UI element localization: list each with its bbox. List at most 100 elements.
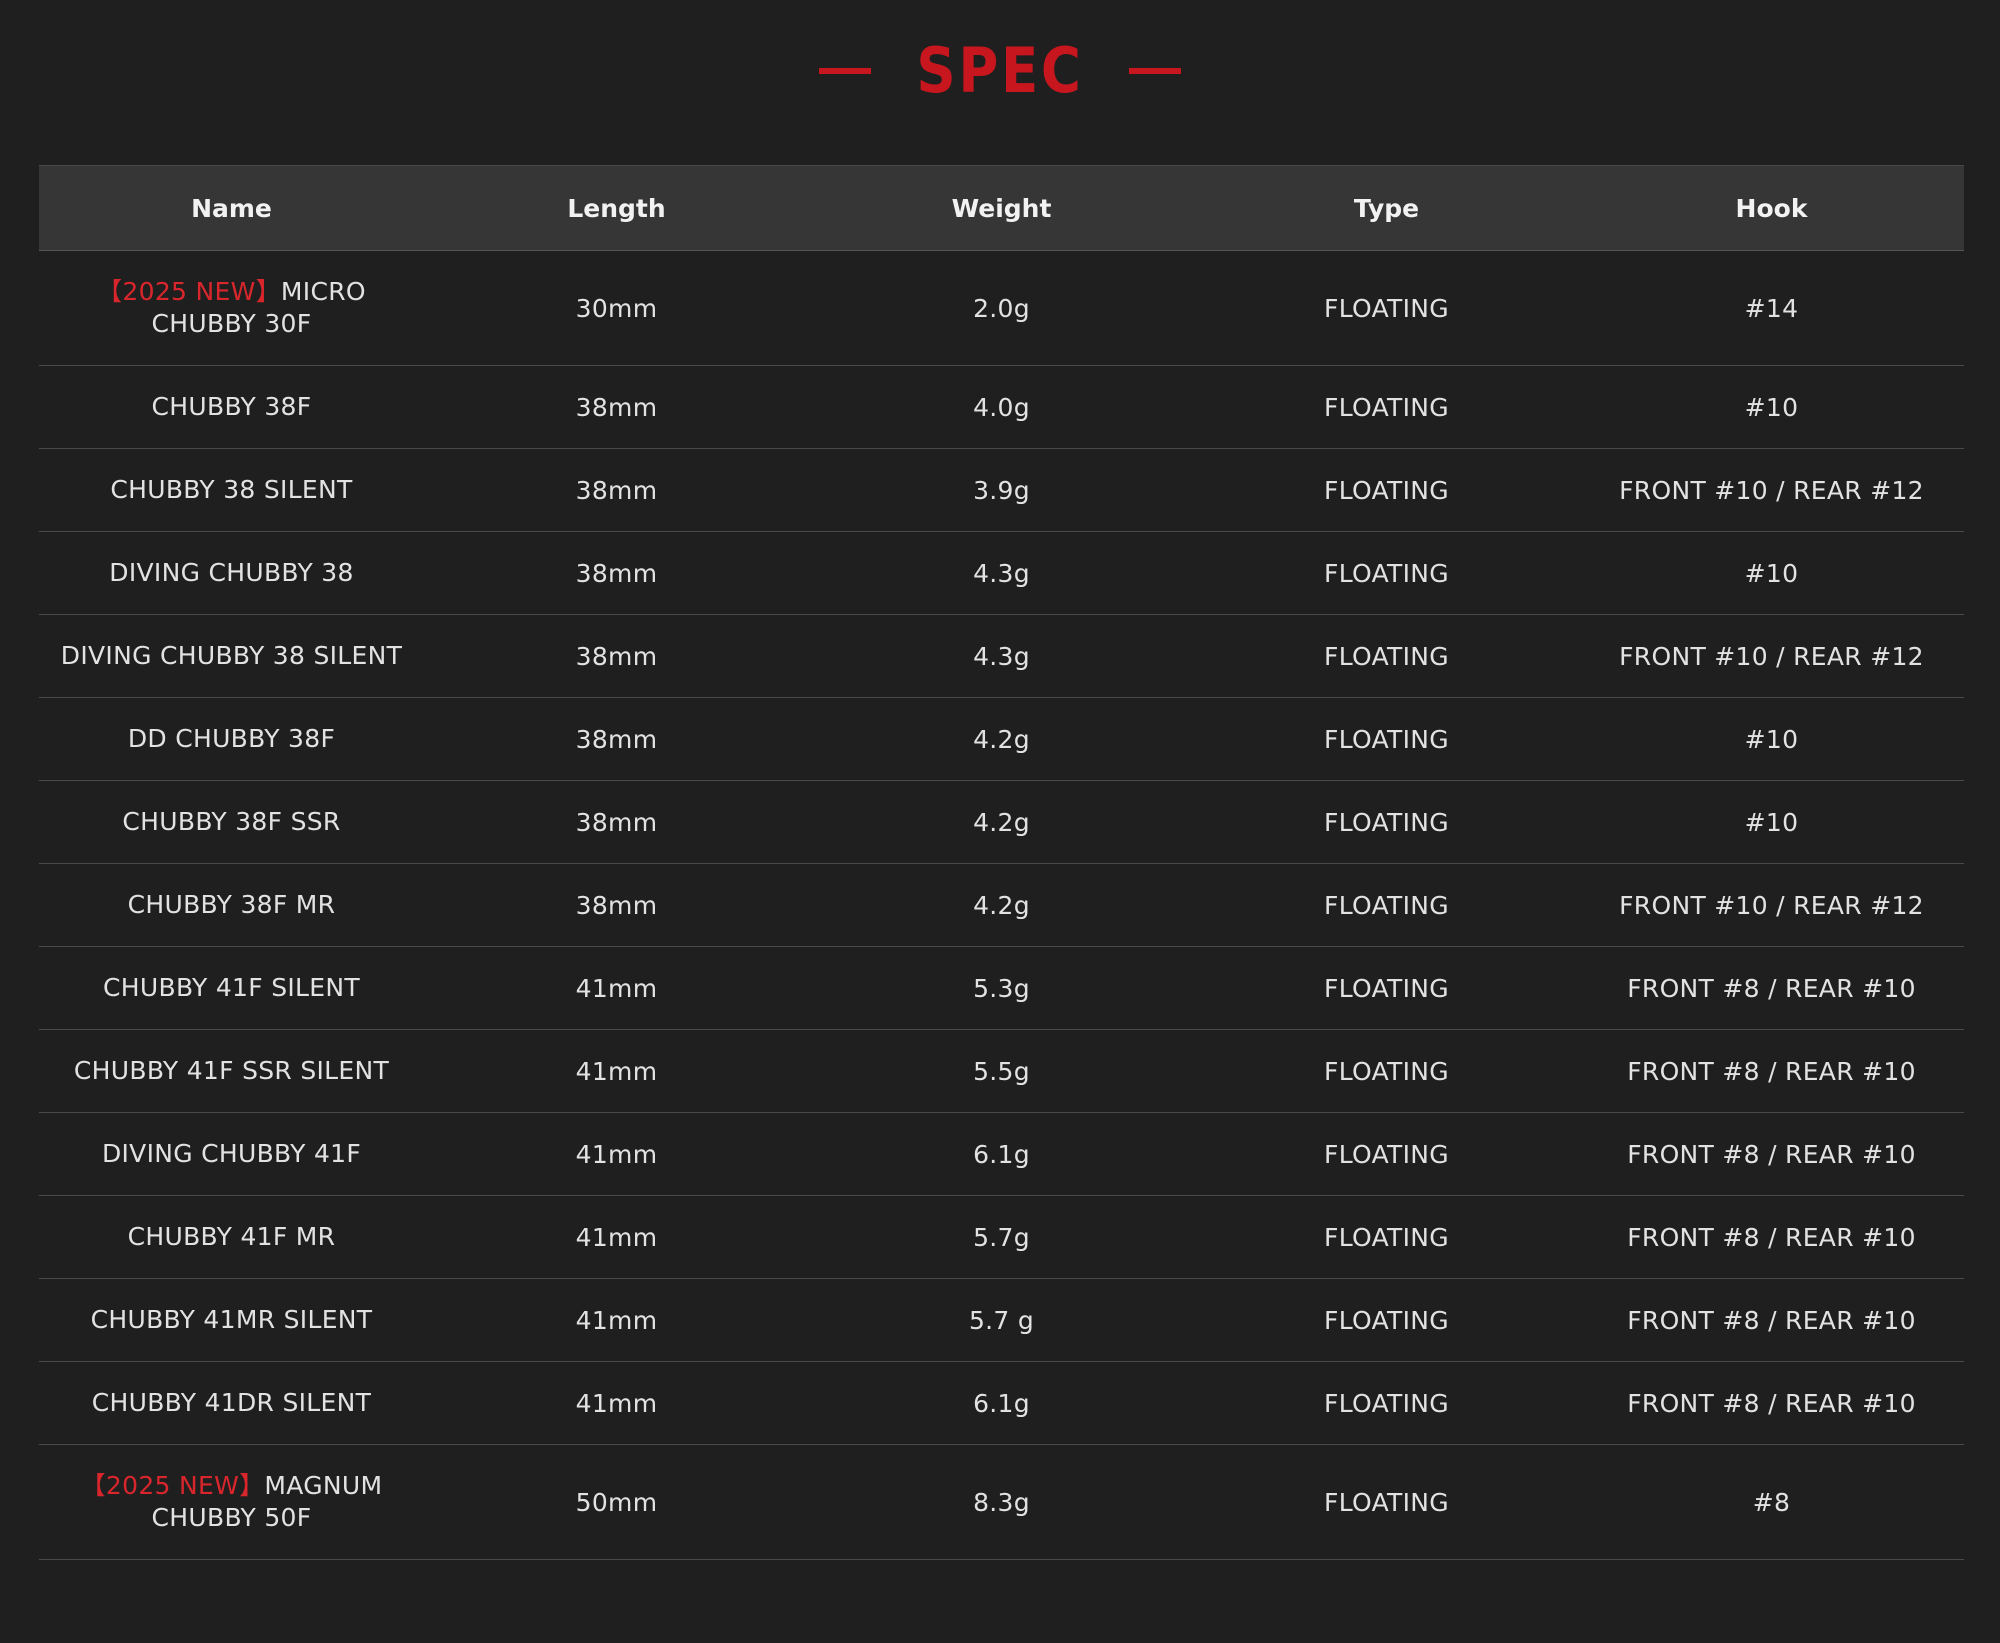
cell-weight: 5.7g xyxy=(809,1195,1194,1279)
cell-hook: #10 xyxy=(1579,780,1964,864)
product-name: CHUBBY 38 SILENT xyxy=(110,475,353,504)
cell-name: CHUBBY 41DR SILENT xyxy=(39,1361,424,1445)
table-row: CHUBBY 38F 38mm 4.0g FLOATING #10 xyxy=(39,365,1964,449)
cell-name: 【2025 NEW】MAGNUM CHUBBY 50F xyxy=(39,1444,424,1560)
product-name: CHUBBY 38F xyxy=(151,392,312,421)
table-row: CHUBBY 38F SSR 38mm 4.2g FLOATING #10 xyxy=(39,780,1964,864)
cell-type: FLOATING xyxy=(1194,1195,1579,1279)
cell-hook: FRONT #8 / REAR #10 xyxy=(1579,1361,1964,1445)
cell-type: FLOATING xyxy=(1194,614,1579,698)
cell-hook: FRONT #10 / REAR #12 xyxy=(1579,863,1964,947)
cell-hook: #10 xyxy=(1579,531,1964,615)
product-name: CHUBBY 38F MR xyxy=(127,890,336,919)
cell-name: CHUBBY 41F SSR SILENT xyxy=(39,1029,424,1113)
cell-weight: 4.2g xyxy=(809,780,1194,864)
cell-name: CHUBBY 41F MR xyxy=(39,1195,424,1279)
page-title: SPEC xyxy=(916,34,1084,107)
cell-hook: FRONT #8 / REAR #10 xyxy=(1579,946,1964,1030)
cell-name: DIVING CHUBBY 38 SILENT xyxy=(39,614,424,698)
table-row: CHUBBY 38 SILENT 38mm 3.9g FLOATING FRONT #1… xyxy=(39,448,1964,532)
cell-name: CHUBBY 41MR SILENT xyxy=(39,1278,424,1362)
header-length: Length xyxy=(424,165,809,251)
header-name: Name xyxy=(39,165,424,251)
cell-type: FLOATING xyxy=(1194,1112,1579,1196)
cell-name: DIVING CHUBBY 38 xyxy=(39,531,424,615)
cell-weight: 2.0g xyxy=(809,250,1194,366)
cell-length: 41mm xyxy=(424,946,809,1030)
table-row: 【2025 NEW】MAGNUM CHUBBY 50F 50mm 8.3g FLOAT… xyxy=(39,1444,1964,1560)
cell-hook: #14 xyxy=(1579,250,1964,366)
cell-type: FLOATING xyxy=(1194,1278,1579,1362)
cell-hook: FRONT #8 / REAR #10 xyxy=(1579,1112,1964,1196)
cell-type: FLOATING xyxy=(1194,531,1579,615)
table-body: 【2025 NEW】MICRO CHUBBY 30F 30mm 2.0g FLOATI… xyxy=(39,250,1964,1560)
product-name: DD CHUBBY 38F xyxy=(127,724,336,753)
cell-type: FLOATING xyxy=(1194,250,1579,366)
cell-type: FLOATING xyxy=(1194,863,1579,947)
cell-weight: 4.3g xyxy=(809,531,1194,615)
cell-length: 38mm xyxy=(424,448,809,532)
cell-weight: 4.2g xyxy=(809,697,1194,781)
cell-hook: FRONT #8 / REAR #10 xyxy=(1579,1029,1964,1113)
cell-hook: FRONT #8 / REAR #10 xyxy=(1579,1195,1964,1279)
cell-name: CHUBBY 41F SILENT xyxy=(39,946,424,1030)
product-name: DIVING CHUBBY 38 SILENT xyxy=(60,641,403,670)
product-name: DIVING CHUBBY 38 xyxy=(109,558,354,587)
cell-hook: #10 xyxy=(1579,697,1964,781)
cell-type: FLOATING xyxy=(1194,1029,1579,1113)
cell-hook: #8 xyxy=(1579,1444,1964,1560)
product-name: CHUBBY 41F SSR SILENT xyxy=(73,1056,390,1085)
table-row: DIVING CHUBBY 38 38mm 4.3g FLOATING #10 xyxy=(39,531,1964,615)
cell-length: 38mm xyxy=(424,531,809,615)
cell-hook: FRONT #8 / REAR #10 xyxy=(1579,1278,1964,1362)
table-row: DIVING CHUBBY 41F 41mm 6.1g FLOATING FRONT #… xyxy=(39,1112,1964,1196)
cell-type: FLOATING xyxy=(1194,365,1579,449)
cell-length: 38mm xyxy=(424,697,809,781)
cell-length: 41mm xyxy=(424,1195,809,1279)
product-name: CHUBBY 38F SSR xyxy=(122,807,341,836)
cell-type: FLOATING xyxy=(1194,1444,1579,1560)
table-header-row: Name Length Weight Type Hook xyxy=(39,165,1964,251)
table-row: CHUBBY 41F MR 41mm 5.7g FLOATING FRONT #8 / … xyxy=(39,1195,1964,1279)
cell-length: 30mm xyxy=(424,250,809,366)
cell-weight: 3.9g xyxy=(809,448,1194,532)
product-name: CHUBBY 41DR SILENT xyxy=(91,1388,372,1417)
cell-type: FLOATING xyxy=(1194,1361,1579,1445)
product-name: CHUBBY 41F SILENT xyxy=(103,973,360,1002)
table-row: 【2025 NEW】MICRO CHUBBY 30F 30mm 2.0g FLOATI… xyxy=(39,250,1964,366)
product-name: DIVING CHUBBY 41F xyxy=(101,1139,362,1168)
table-row: CHUBBY 41MR SILENT 41mm 5.7 g FLOATING FRONT… xyxy=(39,1278,1964,1362)
title-dash-left xyxy=(819,68,872,74)
table-row: DIVING CHUBBY 38 SILENT 38mm 4.3g FLOATING F… xyxy=(39,614,1964,698)
cell-name: CHUBBY 38F SSR xyxy=(39,780,424,864)
header-weight: Weight xyxy=(809,165,1194,251)
cell-type: FLOATING xyxy=(1194,946,1579,1030)
cell-type: FLOATING xyxy=(1194,448,1579,532)
cell-name: CHUBBY 38 SILENT xyxy=(39,448,424,532)
cell-name: CHUBBY 38F MR xyxy=(39,863,424,947)
cell-length: 38mm xyxy=(424,863,809,947)
cell-length: 41mm xyxy=(424,1361,809,1445)
title-dash-right xyxy=(1128,68,1181,74)
table-row: CHUBBY 41F SILENT 41mm 5.3g FLOATING FRONT #… xyxy=(39,946,1964,1030)
product-name: CHUBBY 41MR SILENT xyxy=(90,1305,373,1334)
cell-type: FLOATING xyxy=(1194,697,1579,781)
cell-length: 41mm xyxy=(424,1278,809,1362)
cell-length: 41mm xyxy=(424,1112,809,1196)
cell-length: 38mm xyxy=(424,780,809,864)
cell-weight: 4.3g xyxy=(809,614,1194,698)
cell-hook: FRONT #10 / REAR #12 xyxy=(1579,614,1964,698)
cell-length: 38mm xyxy=(424,365,809,449)
cell-name: DD CHUBBY 38F xyxy=(39,697,424,781)
cell-weight: 5.7 g xyxy=(809,1278,1194,1362)
spec-heading: SPEC xyxy=(0,26,2000,116)
cell-length: 38mm xyxy=(424,614,809,698)
cell-weight: 5.5g xyxy=(809,1029,1194,1113)
cell-weight: 4.0g xyxy=(809,365,1194,449)
new-badge: 【2025 NEW】 xyxy=(80,1471,265,1500)
cell-type: FLOATING xyxy=(1194,780,1579,864)
new-badge: 【2025 NEW】 xyxy=(97,277,281,306)
spec-table: Name Length Weight Type Hook 【2025 NEW】M… xyxy=(39,165,1964,1560)
cell-hook: FRONT #10 / REAR #12 xyxy=(1579,448,1964,532)
product-name: CHUBBY 41F MR xyxy=(127,1222,336,1251)
